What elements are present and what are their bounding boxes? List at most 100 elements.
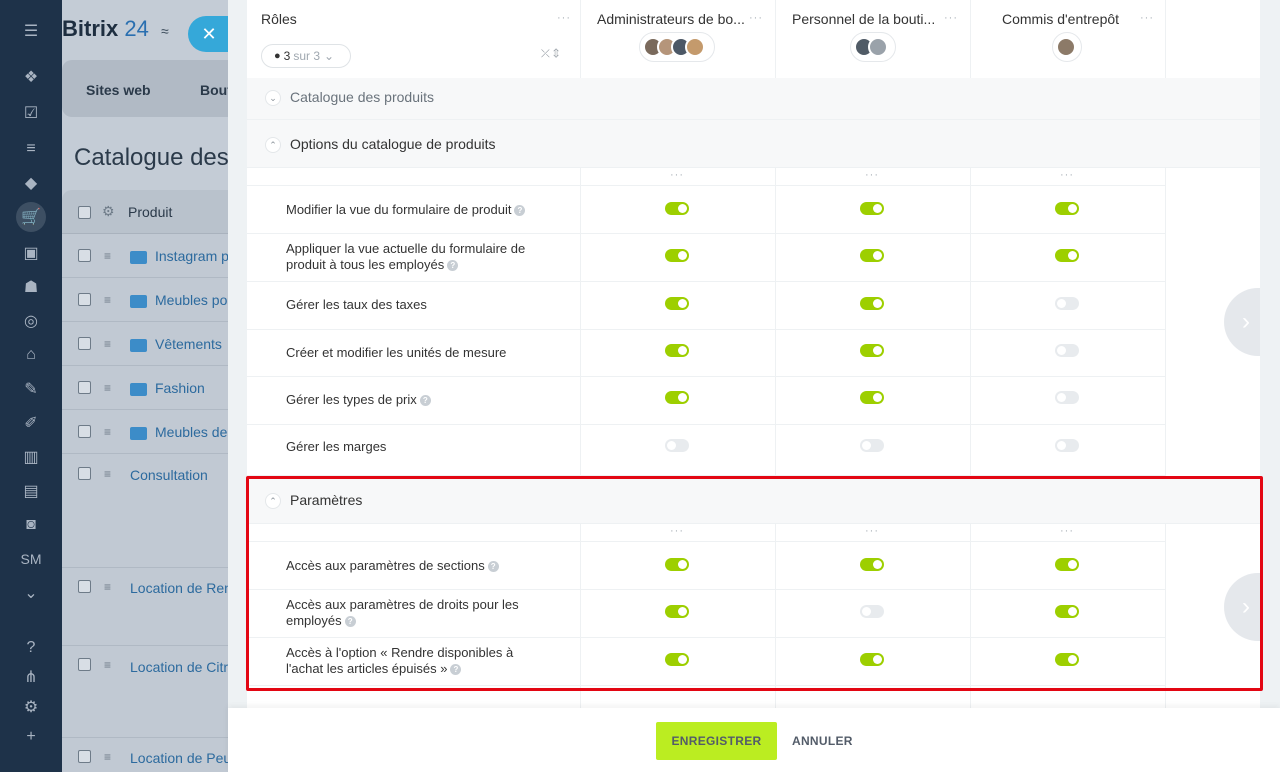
plus-icon[interactable]: + <box>20 726 42 748</box>
row-name[interactable]: Location de Citr <box>130 659 228 675</box>
filter-icon[interactable]: ≡ <box>20 138 42 160</box>
drag-handle-icon[interactable]: ≡ <box>104 382 117 394</box>
drag-handle-icon[interactable]: ≡ <box>104 468 117 480</box>
column-title-commis[interactable]: Commis d'entrepôt <box>1002 11 1119 27</box>
switch-icon[interactable]: ≈ <box>161 23 169 39</box>
row-name[interactable]: Instagram p <box>155 248 229 264</box>
column-more-icon[interactable]: ··· <box>944 12 958 24</box>
help-icon[interactable]: ? <box>419 395 431 407</box>
tasks-icon[interactable]: ☑ <box>20 102 42 124</box>
chevron-up-icon[interactable]: ⌃ <box>265 493 281 509</box>
drag-handle-icon[interactable]: ≡ <box>104 581 117 593</box>
column-more-icon[interactable]: ··· <box>1060 525 1074 537</box>
avatar-group[interactable] <box>639 32 715 62</box>
help-icon[interactable]: ? <box>450 664 462 676</box>
scroll-right-button[interactable]: › <box>1224 288 1260 356</box>
row-checkbox[interactable] <box>78 580 91 593</box>
column-more-icon[interactable]: ··· <box>1140 12 1154 24</box>
permission-toggle[interactable] <box>860 297 884 310</box>
column-more-icon[interactable]: ··· <box>749 12 763 24</box>
row-checkbox[interactable] <box>78 425 91 438</box>
column-more-icon[interactable]: ··· <box>865 525 879 537</box>
row-name[interactable]: Vêtements <box>155 336 222 352</box>
column-title-admin[interactable]: Administrateurs de bo... <box>597 11 745 27</box>
box-icon[interactable]: ◆ <box>20 172 42 194</box>
close-slider-button[interactable]: ✕ <box>188 16 230 52</box>
permission-toggle[interactable] <box>1055 249 1079 262</box>
select-all-checkbox[interactable] <box>78 206 91 219</box>
permission-toggle[interactable] <box>1055 391 1079 404</box>
section-options[interactable]: ⌃ Options du catalogue de produits <box>247 120 1260 168</box>
row-checkbox[interactable] <box>78 750 91 763</box>
column-more-icon[interactable]: ··· <box>670 169 684 181</box>
permission-toggle[interactable] <box>665 605 689 618</box>
row-checkbox[interactable] <box>78 249 91 262</box>
structure-icon[interactable]: ⋔ <box>20 666 42 688</box>
row-checkbox[interactable] <box>78 381 91 394</box>
robot-icon[interactable]: ☗ <box>20 276 42 298</box>
help-icon[interactable]: ? <box>487 561 499 573</box>
column-more-icon[interactable]: ··· <box>670 525 684 537</box>
permission-toggle[interactable] <box>1055 653 1079 666</box>
permission-toggle[interactable] <box>860 653 884 666</box>
permission-toggle[interactable] <box>665 249 689 262</box>
save-button[interactable]: ENREGISTRER <box>656 722 777 760</box>
permission-toggle[interactable] <box>1055 439 1079 452</box>
permission-toggle[interactable] <box>1055 605 1079 618</box>
video-icon[interactable]: ◙ <box>20 514 42 536</box>
section-catalogue[interactable]: ⌄ Catalogue des produits <box>247 78 1260 120</box>
calendar-icon[interactable]: ▤ <box>20 480 42 502</box>
contact-card-icon[interactable]: ▣ <box>20 242 42 264</box>
permission-toggle[interactable] <box>1055 344 1079 357</box>
permission-toggle[interactable] <box>665 202 689 215</box>
chevron-down-icon[interactable]: ⌄ <box>265 90 281 106</box>
row-name[interactable]: Meubles de <box>155 424 227 440</box>
row-name[interactable]: Fashion <box>155 380 205 396</box>
permission-toggle[interactable] <box>665 391 689 404</box>
sign-icon[interactable]: ✎ <box>20 378 42 400</box>
feed-icon[interactable]: ❖ <box>20 66 42 88</box>
settings-icon[interactable]: ⚙ <box>20 696 42 718</box>
permission-toggle[interactable] <box>665 297 689 310</box>
permission-toggle[interactable] <box>860 439 884 452</box>
menu-icon[interactable]: ☰ <box>20 20 42 42</box>
target-icon[interactable]: ◎ <box>20 310 42 332</box>
help-icon[interactable]: ? <box>20 637 42 659</box>
permission-toggle[interactable] <box>860 391 884 404</box>
column-more-icon[interactable]: ··· <box>1060 169 1074 181</box>
row-name[interactable]: Consultation <box>130 467 208 483</box>
permission-toggle[interactable] <box>665 558 689 571</box>
row-name[interactable]: Location de Peu <box>130 750 231 766</box>
app-logo[interactable]: Bitrix 24 ≈ <box>62 16 169 42</box>
help-icon[interactable]: ? <box>514 205 526 217</box>
permission-toggle[interactable] <box>665 653 689 666</box>
permission-toggle[interactable] <box>860 202 884 215</box>
chevron-down-circle-icon[interactable]: ⌄ <box>20 582 42 604</box>
permission-toggle[interactable] <box>1055 202 1079 215</box>
drag-handle-icon[interactable]: ≡ <box>104 338 117 350</box>
avatar-group[interactable] <box>1052 32 1082 62</box>
drag-handle-icon[interactable]: ≡ <box>104 751 117 763</box>
permission-toggle[interactable] <box>1055 558 1079 571</box>
permission-toggle[interactable] <box>860 558 884 571</box>
shop-icon[interactable]: 🛒 <box>16 202 46 232</box>
help-icon[interactable]: ? <box>447 260 459 272</box>
sm-label[interactable]: SM <box>20 548 42 570</box>
bank-icon[interactable]: ⌂ <box>20 344 42 366</box>
edit-doc-icon[interactable]: ✐ <box>20 412 42 434</box>
collapse-expand-icon[interactable]: ⤫ ⇕ <box>541 48 559 61</box>
drag-handle-icon[interactable]: ≡ <box>104 659 117 671</box>
row-checkbox[interactable] <box>78 658 91 671</box>
help-icon[interactable]: ? <box>344 616 356 628</box>
gear-icon[interactable]: ⚙ <box>102 203 115 220</box>
row-checkbox[interactable] <box>78 293 91 306</box>
scroll-right-button[interactable]: › <box>1224 573 1260 641</box>
chart-icon[interactable]: ▥ <box>20 446 42 468</box>
row-name[interactable]: Meubles po <box>155 292 227 308</box>
permission-toggle[interactable] <box>665 344 689 357</box>
avatar-group[interactable] <box>850 32 896 62</box>
section-parametres[interactable]: ⌃ Paramètres <box>247 477 1260 524</box>
chevron-up-icon[interactable]: ⌃ <box>265 137 281 153</box>
tab-sites-web[interactable]: Sites web <box>86 82 151 98</box>
drag-handle-icon[interactable]: ≡ <box>104 294 117 306</box>
